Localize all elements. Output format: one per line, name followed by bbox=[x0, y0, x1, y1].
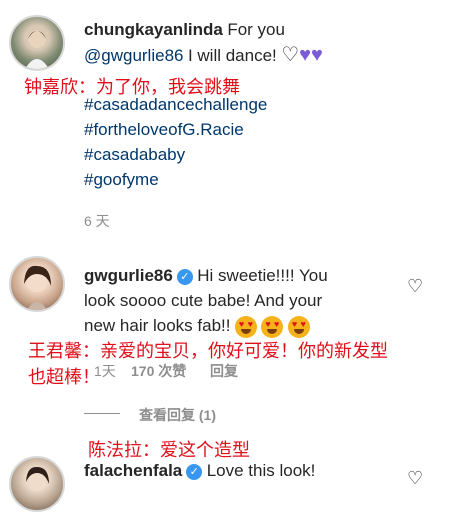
comment1-text-start: For you bbox=[227, 20, 285, 39]
mention-gwgurlie86[interactable]: @gwgurlie86 bbox=[84, 46, 183, 65]
comment1-timestamp: 6 天 bbox=[84, 213, 110, 229]
purple-heart-icon: ♥ bbox=[311, 44, 323, 66]
purple-heart-icon: ♥ bbox=[299, 44, 312, 66]
comment1-text-end: I will dance! bbox=[187, 46, 277, 65]
white-heart-icon: ♡ bbox=[281, 44, 300, 66]
like-heart-icon[interactable]: ♡ bbox=[407, 276, 423, 296]
caption-cn-gwgurlie-line2: 也超棒！ bbox=[28, 367, 100, 387]
verified-badge-icon: ✓ bbox=[176, 268, 193, 285]
verified-badge-icon: ✓ bbox=[186, 463, 203, 480]
heart-eyes-emoji-icon bbox=[287, 316, 310, 338]
comment2-text-line3: new hair looks fab!! bbox=[84, 316, 231, 336]
avatar-photo-icon bbox=[25, 30, 49, 69]
avatar-chungkayanlinda[interactable] bbox=[9, 15, 65, 71]
avatar-photo-icon bbox=[26, 466, 49, 491]
username-falachenfala[interactable]: falachenfala bbox=[84, 461, 182, 480]
caption-cn-fala: 陈法拉：爱这个造型 bbox=[88, 440, 250, 460]
comment2-line1: gwgurlie86 ✓ Hi sweetie!!!! You bbox=[84, 266, 328, 286]
avatar-photo-icon bbox=[24, 265, 51, 310]
comment1-line2: @gwgurlie86 I will dance! ♡♥♥ bbox=[84, 45, 323, 66]
comment2-likes[interactable]: 170 次赞 bbox=[131, 361, 186, 381]
comment3-text: Love this look! bbox=[206, 461, 316, 480]
heart-eyes-emoji-icon bbox=[261, 316, 284, 338]
view-replies-button[interactable]: 查看回复 (1) bbox=[139, 405, 216, 425]
divider-line bbox=[84, 413, 120, 414]
heart-eyes-emoji-icon bbox=[234, 316, 257, 338]
avatar-gwgurlie86[interactable] bbox=[9, 256, 65, 312]
comment2-reply-button[interactable]: 回复 bbox=[210, 361, 238, 381]
hashtag-item[interactable]: #fortheloveofG.Racie bbox=[84, 120, 244, 140]
comment1-line1: chungkayanlinda For you bbox=[84, 20, 285, 40]
comment3-line1: falachenfala ✓ Love this look! bbox=[84, 461, 315, 481]
username-chungkayanlinda[interactable]: chungkayanlinda bbox=[84, 20, 223, 39]
username-gwgurlie86[interactable]: gwgurlie86 bbox=[84, 266, 173, 285]
hashtag-item[interactable]: #casadadancechallenge bbox=[84, 95, 267, 115]
comment2-line3: new hair looks fab!! bbox=[84, 316, 310, 338]
comment2-text-line2: look soooo cute babe! And your bbox=[84, 291, 323, 310]
hashtag-item[interactable]: #goofyme bbox=[84, 170, 159, 190]
hashtag-item[interactable]: #casadababy bbox=[84, 145, 185, 165]
comment2-text-line1: Hi sweetie!!!! You bbox=[197, 266, 328, 285]
comment2-timestamp: 1天 bbox=[94, 363, 116, 379]
like-heart-icon[interactable]: ♡ bbox=[407, 468, 423, 488]
caption-cn-gwgurlie-line1: 王君馨：亲爱的宝贝，你好可爱！你的新发型 bbox=[28, 341, 388, 361]
avatar-falachenfala[interactable] bbox=[9, 456, 65, 512]
